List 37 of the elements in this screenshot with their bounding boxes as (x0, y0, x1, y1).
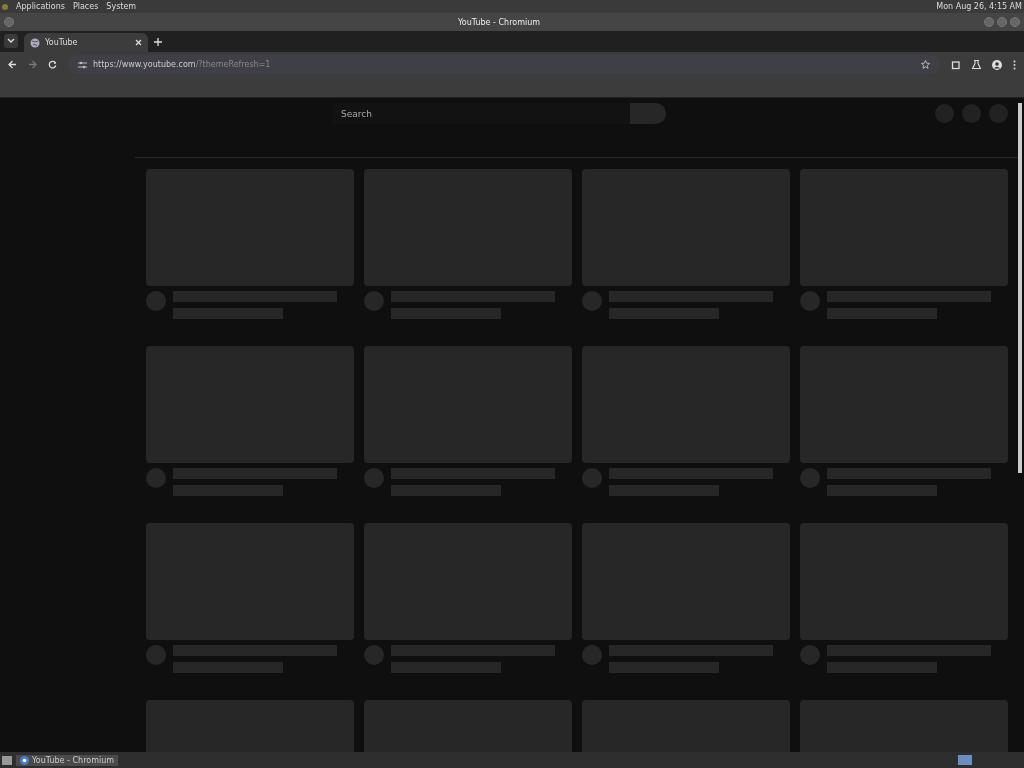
url-text: https://www.youtube.com/?themeRefresh=1 (93, 60, 272, 69)
taskbar-item[interactable]: YouTube - Chromium (16, 754, 119, 766)
window-title: YouTube - Chromium (457, 17, 540, 27)
address-bar[interactable]: https://www.youtube.com/?themeRefresh=1 (68, 55, 940, 74)
profile-icon[interactable] (992, 59, 1002, 70)
flask-icon[interactable] (972, 60, 981, 69)
globe-icon (30, 37, 40, 48)
browser-tab[interactable]: YouTube (24, 33, 148, 52)
menu-logo-icon[interactable] (2, 3, 8, 10)
site-settings-icon[interactable] (78, 60, 87, 69)
forward-arrow-icon[interactable] (28, 60, 37, 69)
browser-icon (20, 755, 29, 765)
tab-search-icon[interactable] (4, 34, 18, 48)
panel-menu[interactable]: Applications (16, 2, 65, 11)
menu-icon[interactable] (1013, 59, 1016, 70)
avatar-placeholder (582, 644, 602, 665)
show-desktop-icon[interactable] (2, 755, 12, 765)
avatar-placeholder (582, 467, 602, 488)
reload-icon[interactable] (48, 60, 57, 69)
avatar-placeholder (800, 644, 820, 665)
scrollbar-thumb[interactable] (1018, 103, 1022, 473)
panel-menu[interactable]: System (106, 2, 137, 11)
clock: Mon Aug 26, 4:15 AM (936, 2, 1022, 11)
avatar-placeholder (146, 644, 166, 665)
avatar-placeholder (364, 644, 384, 665)
avatar-placeholder (800, 290, 820, 311)
avatar-placeholder (146, 290, 166, 311)
avatar-placeholder (146, 467, 166, 488)
avatar-placeholder (364, 467, 384, 488)
star-icon[interactable] (921, 60, 930, 69)
avatar-placeholder (582, 290, 602, 311)
avatar-placeholder (364, 290, 384, 311)
back-arrow-icon[interactable] (8, 60, 17, 69)
panel-menu[interactable]: Places (72, 2, 99, 11)
workspace-switcher-icon[interactable] (958, 755, 972, 765)
new-tab-icon[interactable] (154, 38, 162, 46)
avatar-placeholder (800, 467, 820, 488)
